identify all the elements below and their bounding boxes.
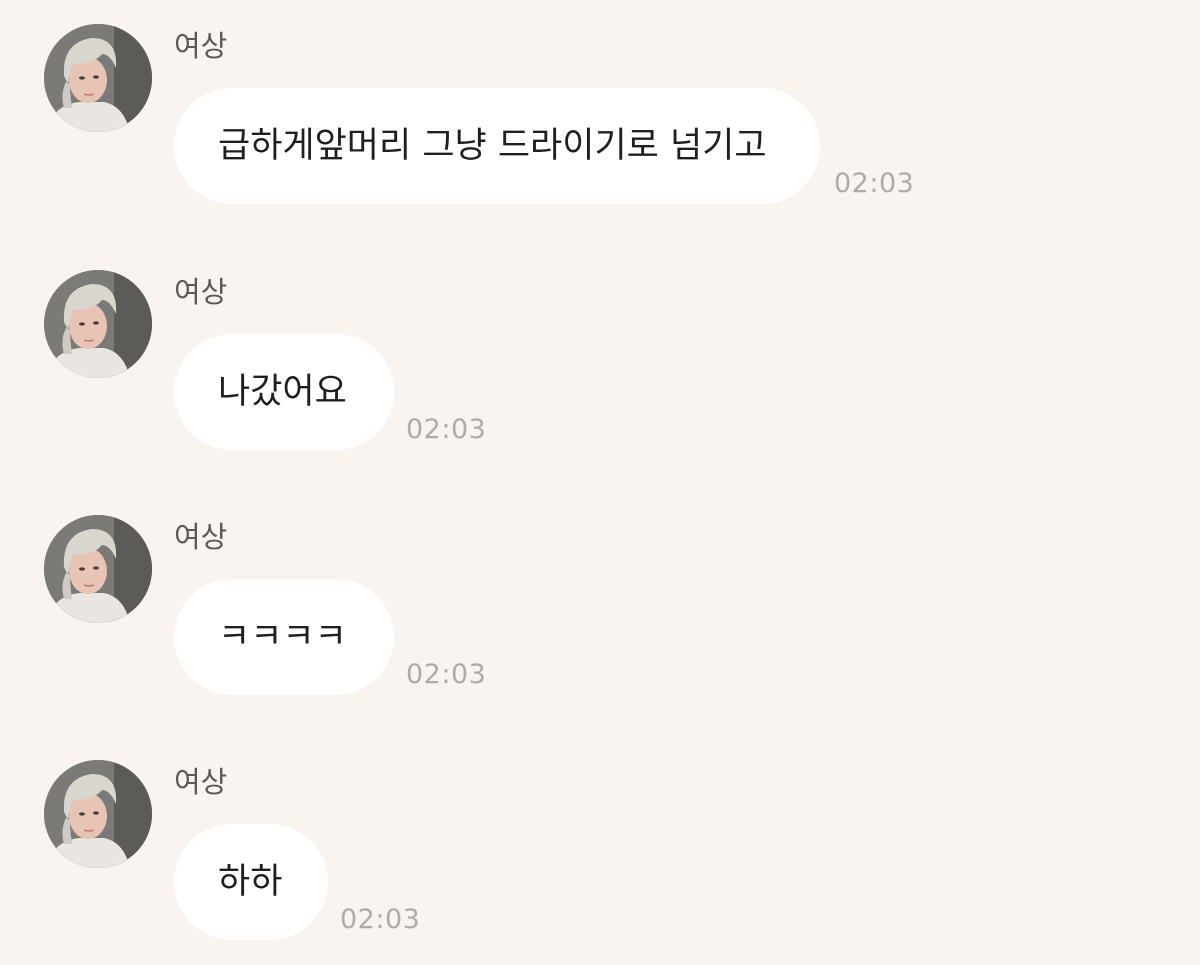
- message-timestamp: 02:03: [834, 168, 915, 199]
- chat-message: 여상 급하게앞머리 그냥 드라이기로 넘기고 02:03: [0, 0, 1200, 204]
- message-timestamp: 02:03: [406, 414, 487, 445]
- avatar[interactable]: [44, 760, 152, 868]
- profile-photo-icon: [44, 270, 152, 378]
- chat-message: 여상 ㅋㅋㅋㅋ 02:03: [0, 491, 1200, 695]
- profile-photo-icon: [44, 760, 152, 868]
- profile-photo-icon: [44, 515, 152, 623]
- chat-message: 여상 나갔어요 02:03: [0, 246, 1200, 450]
- message-bubble[interactable]: 급하게앞머리 그냥 드라이기로 넘기고: [174, 88, 820, 204]
- avatar[interactable]: [44, 270, 152, 378]
- chat-message: 여상 하하 02:03: [0, 736, 1200, 940]
- message-bubble[interactable]: 하하: [174, 824, 328, 940]
- message-bubble[interactable]: 나갔어요: [174, 334, 394, 450]
- avatar[interactable]: [44, 515, 152, 623]
- profile-photo-icon: [44, 24, 152, 132]
- sender-name: 여상: [174, 520, 228, 554]
- sender-name: 여상: [174, 765, 228, 799]
- sender-name: 여상: [174, 29, 228, 63]
- message-timestamp: 02:03: [406, 659, 487, 690]
- message-bubble[interactable]: ㅋㅋㅋㅋ: [174, 579, 394, 695]
- avatar[interactable]: [44, 24, 152, 132]
- message-timestamp: 02:03: [340, 904, 421, 935]
- sender-name: 여상: [174, 275, 228, 309]
